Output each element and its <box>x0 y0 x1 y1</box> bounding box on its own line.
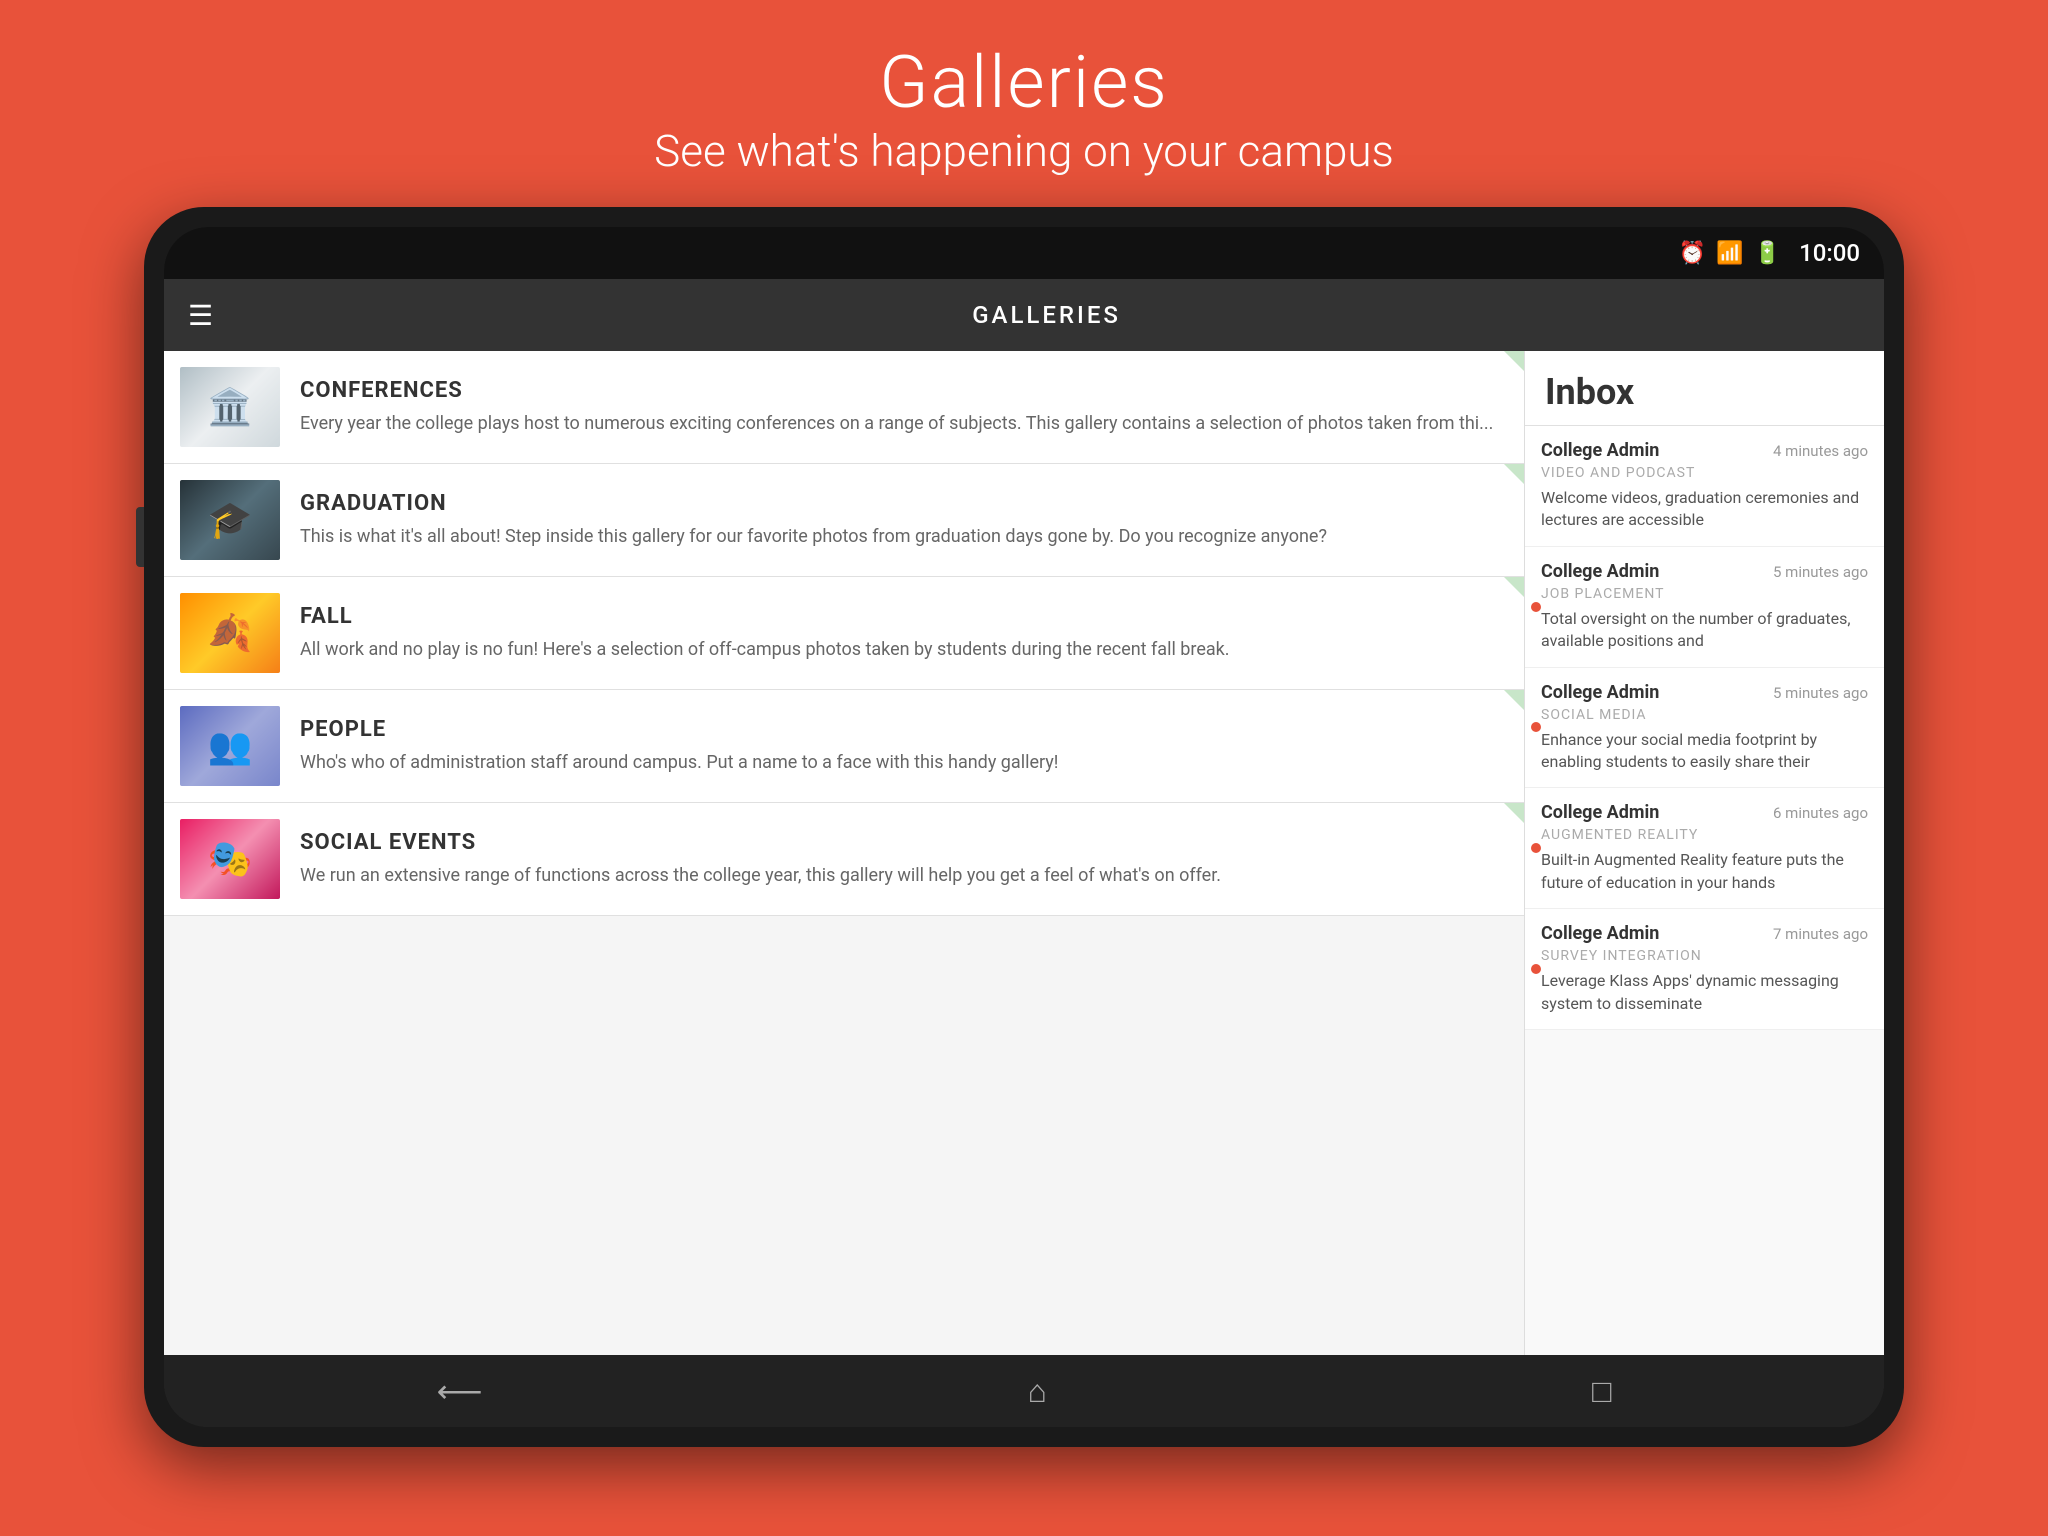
gallery-item-social[interactable]: 🎭 SOCIAL EVENTS We run an extensive rang… <box>164 803 1524 916</box>
inbox-message-1[interactable]: College Admin 5 minutes ago JOB PLACEMEN… <box>1525 547 1884 668</box>
message-time-1: 5 minutes ago <box>1773 563 1868 581</box>
back-button[interactable]: ⟵ <box>407 1362 513 1420</box>
gallery-title-graduation: GRADUATION <box>300 491 1508 516</box>
gallery-item-people[interactable]: 👥 PEOPLE Who's who of administration sta… <box>164 690 1524 803</box>
message-category-1: JOB PLACEMENT <box>1541 586 1868 602</box>
message-preview-0: Welcome videos, graduation ceremonies an… <box>1541 487 1868 532</box>
message-time-2: 5 minutes ago <box>1773 684 1868 702</box>
recents-button[interactable]: □ <box>1562 1362 1641 1420</box>
gallery-title-social: SOCIAL EVENTS <box>300 830 1508 855</box>
inbox-panel: Inbox College Admin 4 minutes ago VIDEO … <box>1524 351 1884 1355</box>
gallery-list: 🏛️ CONFERENCES Every year the college pl… <box>164 351 1524 1355</box>
page-subtitle: See what's happening on your campus <box>654 125 1394 177</box>
content-area: 🏛️ CONFERENCES Every year the college pl… <box>164 351 1884 1355</box>
app-bar: ☰ GALLERIES <box>164 279 1884 351</box>
message-category-3: AUGMENTED REALITY <box>1541 827 1868 843</box>
wifi-icon: 📶 <box>1716 241 1743 266</box>
message-sender-2: College Admin <box>1541 682 1659 703</box>
message-preview-3: Built-in Augmented Reality feature puts … <box>1541 849 1868 894</box>
bottom-nav: ⟵ ⌂ □ <box>164 1355 1884 1427</box>
inbox-message-2[interactable]: College Admin 5 minutes ago SOCIAL MEDIA… <box>1525 668 1884 789</box>
message-category-0: VIDEO AND PODCAST <box>1541 465 1868 481</box>
message-preview-2: Enhance your social media footprint by e… <box>1541 729 1868 774</box>
status-bar: ⏰ 📶 🔋 10:00 <box>164 227 1884 279</box>
message-preview-1: Total oversight on the number of graduat… <box>1541 608 1868 653</box>
status-time: 10:00 <box>1799 239 1860 267</box>
inbox-header: Inbox <box>1525 351 1884 426</box>
inbox-title: Inbox <box>1545 371 1864 413</box>
inbox-messages: College Admin 4 minutes ago VIDEO AND PO… <box>1525 426 1884 1355</box>
gallery-info-graduation: GRADUATION This is what it's all about! … <box>300 491 1508 549</box>
message-category-2: SOCIAL MEDIA <box>1541 707 1868 723</box>
gallery-desc-fall: All work and no play is no fun! Here's a… <box>300 637 1508 662</box>
message-sender-4: College Admin <box>1541 923 1659 944</box>
inbox-message-4[interactable]: College Admin 7 minutes ago SURVEY INTEG… <box>1525 909 1884 1030</box>
message-header-0: College Admin 4 minutes ago <box>1541 440 1868 461</box>
gallery-title-fall: FALL <box>300 604 1508 629</box>
message-sender-3: College Admin <box>1541 802 1659 823</box>
gallery-item-conferences[interactable]: 🏛️ CONFERENCES Every year the college pl… <box>164 351 1524 464</box>
gallery-item-fall[interactable]: 🍂 FALL All work and no play is no fun! H… <box>164 577 1524 690</box>
home-button[interactable]: ⌂ <box>998 1362 1077 1420</box>
gallery-thumb-graduation: 🎓 <box>180 480 280 560</box>
message-time-3: 6 minutes ago <box>1773 804 1868 822</box>
gallery-info-conferences: CONFERENCES Every year the college plays… <box>300 378 1508 436</box>
gallery-info-fall: FALL All work and no play is no fun! Her… <box>300 604 1508 662</box>
inbox-message-3[interactable]: College Admin 6 minutes ago AUGMENTED RE… <box>1525 788 1884 909</box>
gallery-desc-graduation: This is what it's all about! Step inside… <box>300 524 1508 549</box>
gallery-desc-social: We run an extensive range of functions a… <box>300 863 1508 888</box>
gallery-item-graduation[interactable]: 🎓 GRADUATION This is what it's all about… <box>164 464 1524 577</box>
message-sender-1: College Admin <box>1541 561 1659 582</box>
page-title: Galleries <box>654 40 1394 125</box>
gallery-info-people: PEOPLE Who's who of administration staff… <box>300 717 1508 775</box>
gallery-thumb-fall: 🍂 <box>180 593 280 673</box>
status-icons: ⏰ 📶 🔋 10:00 <box>1679 239 1860 267</box>
gallery-desc-conferences: Every year the college plays host to num… <box>300 411 1508 436</box>
message-header-2: College Admin 5 minutes ago <box>1541 682 1868 703</box>
app-bar-title: GALLERIES <box>233 301 1860 329</box>
message-category-4: SURVEY INTEGRATION <box>1541 948 1868 964</box>
gallery-title-people: PEOPLE <box>300 717 1508 742</box>
battery-icon: 🔋 <box>1754 241 1781 266</box>
message-header-3: College Admin 6 minutes ago <box>1541 802 1868 823</box>
tablet-frame: ⏰ 📶 🔋 10:00 ☰ GALLERIES 🏛️ CONFERENCES E… <box>144 207 1904 1447</box>
gallery-desc-people: Who's who of administration staff around… <box>300 750 1508 775</box>
gallery-thumb-conferences: 🏛️ <box>180 367 280 447</box>
menu-button[interactable]: ☰ <box>188 299 213 332</box>
message-sender-0: College Admin <box>1541 440 1659 461</box>
message-header-4: College Admin 7 minutes ago <box>1541 923 1868 944</box>
gallery-thumb-social: 🎭 <box>180 819 280 899</box>
message-time-4: 7 minutes ago <box>1773 925 1868 943</box>
inbox-message-0[interactable]: College Admin 4 minutes ago VIDEO AND PO… <box>1525 426 1884 547</box>
gallery-info-social: SOCIAL EVENTS We run an extensive range … <box>300 830 1508 888</box>
message-preview-4: Leverage Klass Apps' dynamic messaging s… <box>1541 970 1868 1015</box>
message-time-0: 4 minutes ago <box>1773 442 1868 460</box>
page-header: Galleries See what's happening on your c… <box>654 0 1394 207</box>
volume-button <box>136 507 144 567</box>
gallery-title-conferences: CONFERENCES <box>300 378 1508 403</box>
tablet-screen: ⏰ 📶 🔋 10:00 ☰ GALLERIES 🏛️ CONFERENCES E… <box>164 227 1884 1427</box>
alarm-icon: ⏰ <box>1679 241 1706 266</box>
gallery-thumb-people: 👥 <box>180 706 280 786</box>
message-header-1: College Admin 5 minutes ago <box>1541 561 1868 582</box>
